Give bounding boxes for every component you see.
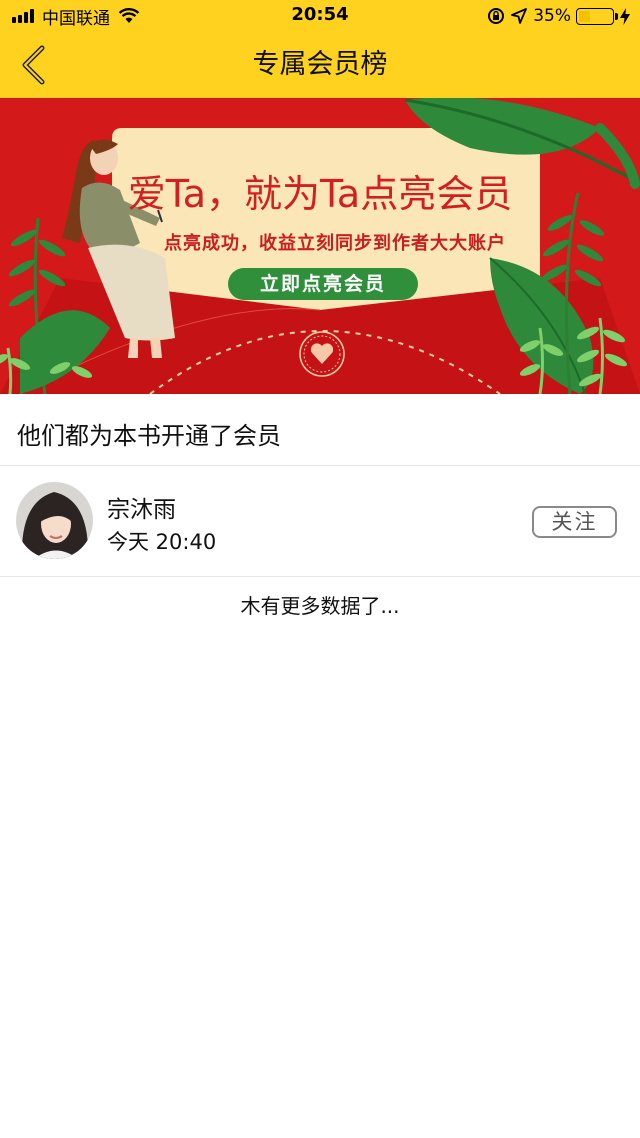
battery-level [579, 10, 590, 22]
member-name: 宗沐雨 [107, 497, 176, 523]
battery-percent: 35% [533, 6, 571, 26]
status-left: 中国联通 [12, 5, 140, 29]
follow-button[interactable]: 关注 [532, 506, 617, 538]
back-button[interactable] [8, 40, 58, 90]
carrier-name: 中国联通 [42, 8, 110, 29]
banner-subtitle: 点亮成功，收益立刻同步到作者大大账户 [164, 233, 506, 254]
nav-bar: 专属会员榜 [0, 32, 640, 98]
promo-banner[interactable]: 爱Ta，就为Ta点亮会员 点亮成功，收益立刻同步到作者大大账户 立即点亮会员 [0, 98, 640, 394]
chevron-left-icon [22, 45, 45, 85]
signal-icon [12, 9, 36, 23]
location-icon [511, 8, 528, 24]
member-time: 今天 20:40 [107, 530, 217, 554]
no-more-text: 木有更多数据了... [240, 594, 400, 618]
banner-headline: 爱Ta，就为Ta点亮会员 [127, 172, 513, 216]
avatar[interactable] [16, 482, 93, 559]
charging-icon [620, 7, 630, 25]
section-header: 他们都为本书开通了会员 [0, 394, 640, 466]
section-title: 他们都为本书开通了会员 [17, 422, 281, 450]
wifi-icon [118, 8, 140, 23]
status-bar: 中国联通 20:54 35% [0, 0, 640, 32]
list-item[interactable]: 宗沐雨 今天 20:40 关注 [0, 467, 640, 577]
status-right: 35% [487, 5, 630, 27]
avatar-image [16, 482, 93, 559]
battery-icon [576, 7, 618, 25]
banner-cta-button[interactable]: 立即点亮会员 [228, 268, 418, 300]
page-title: 专属会员榜 [252, 49, 388, 80]
orientation-lock-icon [488, 8, 505, 24]
